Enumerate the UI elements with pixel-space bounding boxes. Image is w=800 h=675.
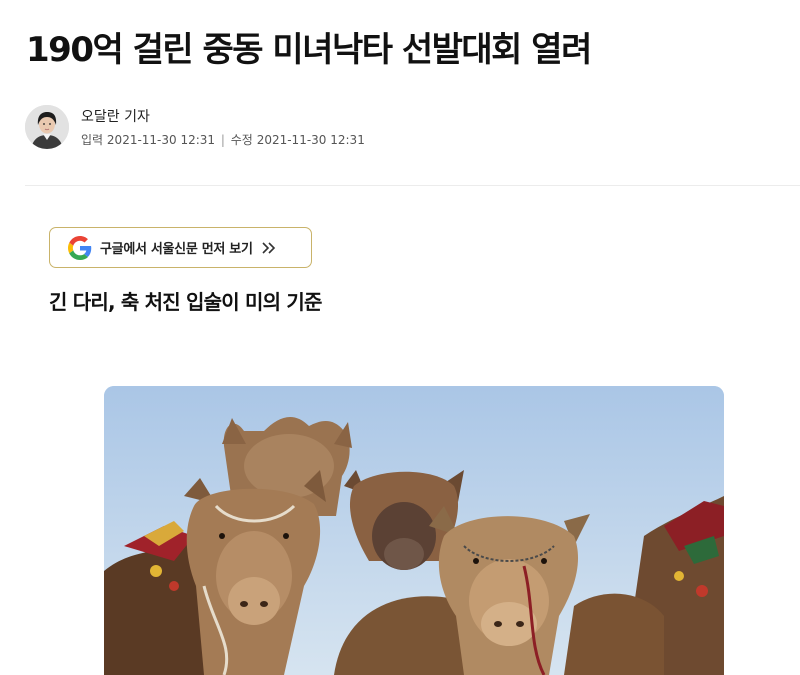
article-page: 190억 걸린 중동 미녀낙타 선발대회 열려 오달란 기자 입력 2021-1… [0, 0, 800, 675]
camels-photo[interactable] [104, 386, 724, 675]
header-divider [25, 185, 800, 186]
modified-date: 2021-11-30 12:31 [256, 133, 365, 147]
google-g-icon [68, 235, 92, 260]
article-headline: 190억 걸린 중동 미녀낙타 선발대회 열려 [26, 30, 592, 70]
camels-illustration [104, 386, 724, 675]
author-avatar[interactable] [25, 105, 69, 149]
modified-label: 수정 [230, 133, 253, 147]
google-follow-label: 구글에서 서울신문 먼저 보기 [100, 242, 253, 257]
published-label: 입력 [81, 133, 104, 147]
date-separator: | [220, 133, 225, 147]
published-date: 2021-11-30 12:31 [106, 133, 216, 147]
author-portrait-icon [25, 105, 69, 149]
double-chevron-right-icon [261, 241, 277, 254]
google-follow-button[interactable]: 구글에서 서울신문 먼저 보기 [49, 227, 312, 268]
author-name[interactable]: 오달란 기자 [81, 108, 150, 126]
article-subtitle: 긴 다리, 축 처진 입술이 미의 기준 [49, 290, 322, 314]
article-dates: 입력 2021-11-30 12:31 | 수정 2021-11-30 12:3… [81, 132, 365, 148]
